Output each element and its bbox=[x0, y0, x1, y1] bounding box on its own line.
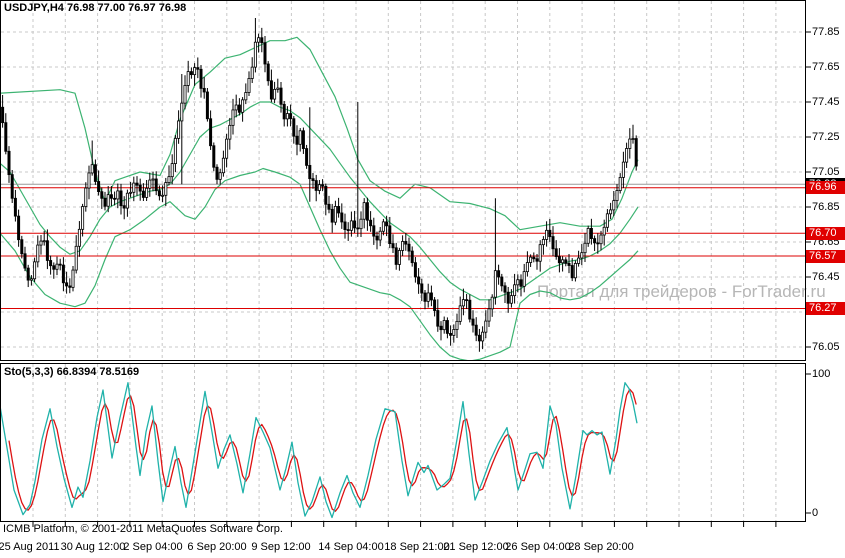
price-axis-label: 77.85 bbox=[812, 26, 840, 38]
bollinger-upper-line bbox=[1, 36, 639, 231]
chart-canvas[interactable] bbox=[0, 0, 845, 558]
time-axis-label: 18 Sep 21:00 bbox=[384, 541, 450, 553]
hline-price-tag[interactable]: 76.70 bbox=[806, 226, 845, 240]
time-axis-label: 9 Sep 12:00 bbox=[251, 541, 311, 553]
price-axis-label: 77.65 bbox=[812, 61, 840, 73]
price-axis-label: 76.85 bbox=[812, 201, 840, 213]
stochastic-signal-line bbox=[8, 388, 637, 512]
time-axis-label: 21 Sep 12:00 bbox=[443, 541, 509, 553]
bollinger-lower-line bbox=[1, 167, 639, 360]
time-axis-label: 26 Sep 04:00 bbox=[505, 541, 571, 553]
hline-price-tag[interactable]: 76.96 bbox=[806, 181, 845, 195]
bollinger-bands-layer bbox=[1, 36, 639, 360]
time-axis-label: 14 Sep 04:00 bbox=[318, 541, 384, 553]
indicator-title: Sto(5,3,3) 66.8394 78.5169 bbox=[4, 366, 140, 378]
chart-symbol-title: USDJPY,H4 76.98 77.00 76.97 76.98 bbox=[4, 2, 187, 14]
indicator-axis-label: 100 bbox=[812, 368, 831, 380]
time-axis-label: 2 Sep 04:00 bbox=[123, 541, 183, 553]
hline-price-tag[interactable]: 76.27 bbox=[806, 302, 845, 315]
time-axis-label: 28 Sep 20:00 bbox=[568, 541, 634, 553]
hline-price-tag[interactable]: 76.57 bbox=[806, 249, 845, 263]
time-axis-label: 30 Aug 12:00 bbox=[60, 541, 126, 553]
chart-window: Портал для трейдеров - ForTrader.ru USDJ… bbox=[0, 0, 845, 558]
price-axis-label: 76.05 bbox=[812, 341, 840, 353]
time-axis-label: 25 Aug 2011 bbox=[0, 541, 60, 553]
price-axis-label: 77.45 bbox=[812, 96, 840, 108]
price-axis-label: 76.45 bbox=[812, 271, 840, 283]
bollinger-middle-line bbox=[1, 101, 639, 301]
stochastic-layer bbox=[1, 382, 638, 519]
price-axis-label: 77.25 bbox=[812, 131, 840, 143]
copyright-text: ICMB Platform, © 2001-2011 MetaQuotes So… bbox=[3, 523, 283, 535]
time-axis-label: 6 Sep 20:00 bbox=[187, 541, 247, 553]
indicator-axis-label: 0 bbox=[812, 507, 819, 519]
stochastic-main-line bbox=[1, 382, 638, 519]
